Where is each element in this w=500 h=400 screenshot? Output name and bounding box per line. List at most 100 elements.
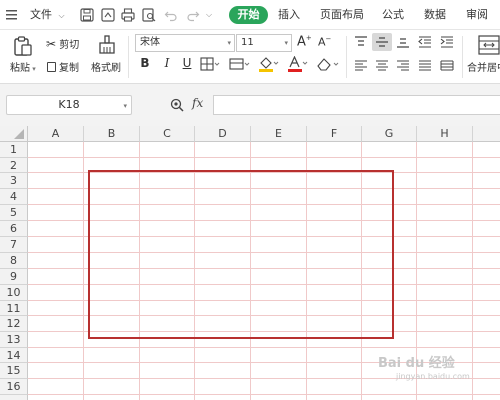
row-header-4[interactable]: 4 (0, 189, 28, 205)
ribbon-toolbar: 粘贴 ▾ ✂ 剪切 复制 格式刷 宋体 ▾ 11 ▾ A+ A− B I U 合… (0, 30, 500, 84)
gridline (472, 142, 473, 400)
cell-style-icon[interactable] (229, 57, 251, 71)
quick-access-dropdown-icon[interactable]: ⌵ (206, 0, 212, 30)
row-header-7[interactable]: 7 (0, 237, 28, 253)
column-header-d[interactable]: D (195, 126, 251, 142)
ribbon-divider (462, 36, 463, 78)
row-header-3[interactable]: 3 (0, 173, 28, 189)
copy-button[interactable]: 复制 (47, 59, 79, 74)
chevron-down-icon: ▾ (227, 39, 231, 47)
borders-icon[interactable] (200, 57, 220, 71)
tab-data[interactable]: 数据 (424, 0, 446, 30)
hamburger-icon[interactable] (6, 0, 18, 30)
underline-button[interactable]: U (180, 56, 194, 70)
paste-label: 粘贴 (10, 63, 30, 74)
font-color-icon[interactable] (287, 56, 309, 72)
scissors-icon: ✂ (46, 37, 57, 51)
row-header-15[interactable]: 15 (0, 363, 28, 379)
file-menu[interactable]: 文件 ⌵ (30, 0, 65, 30)
font-name-select[interactable]: 宋体 ▾ (135, 34, 235, 52)
zoom-search-icon[interactable] (170, 98, 184, 112)
format-painter-label[interactable]: 格式刷 (91, 59, 121, 74)
row-header-13[interactable]: 13 (0, 332, 28, 348)
insert-function-button[interactable]: fx (192, 96, 203, 110)
font-size-select[interactable]: 11 ▾ (236, 34, 292, 52)
undo-icon[interactable] (164, 8, 178, 22)
column-header-b[interactable]: B (84, 126, 140, 142)
row-header-11[interactable]: 11 (0, 301, 28, 316)
redo-icon[interactable] (186, 8, 200, 22)
column-header-c[interactable]: C (140, 126, 195, 142)
print-preview-icon[interactable] (142, 8, 156, 22)
align-middle-button[interactable] (372, 33, 392, 51)
increase-indent-icon[interactable] (440, 36, 454, 48)
baidu-watermark-url: jingyan.baidu.com (396, 372, 470, 381)
column-header-h[interactable]: H (417, 126, 473, 142)
decrease-indent-icon[interactable] (418, 36, 432, 48)
export-pdf-icon[interactable] (101, 8, 115, 22)
print-icon[interactable] (121, 8, 135, 22)
tab-formulas[interactable]: 公式 (382, 0, 404, 30)
row-header-16[interactable]: 16 (0, 379, 28, 395)
format-painter-icon[interactable] (98, 35, 116, 55)
tab-insert[interactable]: 插入 (278, 0, 300, 30)
align-bottom-icon[interactable] (396, 36, 410, 48)
row-header-6[interactable]: 6 (0, 221, 28, 237)
clear-format-icon[interactable] (316, 57, 340, 71)
column-header-partial[interactable] (473, 126, 500, 142)
formula-bar: K18 ▾ fx (0, 84, 500, 126)
select-all-corner[interactable] (0, 126, 28, 142)
align-center-icon[interactable] (375, 60, 389, 72)
column-header-g[interactable]: G (362, 126, 417, 142)
align-top-icon[interactable] (354, 36, 368, 48)
bold-button[interactable]: B (138, 56, 152, 70)
decrease-font-size-icon[interactable]: A− (318, 35, 331, 49)
menu-bar: 文件 ⌵ ⌵ 开始 插入 页面布局 公式 数据 审阅 (0, 0, 500, 30)
align-left-icon[interactable] (354, 60, 368, 72)
cell-border-outline (88, 170, 394, 339)
select-all-triangle-icon (14, 129, 24, 139)
cut-button[interactable]: ✂ 剪切 (46, 36, 79, 51)
row-header-2[interactable]: 2 (0, 158, 28, 173)
gridline (28, 394, 500, 395)
column-header-e[interactable]: E (251, 126, 307, 142)
gridline (28, 347, 500, 348)
font-name-value: 宋体 (140, 37, 160, 48)
tab-page-layout[interactable]: 页面布局 (320, 0, 364, 30)
save-icon[interactable] (80, 8, 94, 22)
paste-icon[interactable] (12, 35, 34, 57)
chevron-down-icon: ▾ (284, 39, 288, 47)
row-header-8[interactable]: 8 (0, 253, 28, 269)
justify-icon[interactable] (418, 60, 432, 72)
row-header-5[interactable]: 5 (0, 205, 28, 221)
align-right-icon[interactable] (396, 60, 410, 72)
formula-input[interactable] (213, 95, 500, 115)
tab-home[interactable]: 开始 (229, 6, 268, 24)
merge-cells-icon[interactable] (478, 35, 500, 55)
tab-review[interactable]: 审阅 (466, 0, 488, 30)
row-header-partial[interactable] (0, 395, 28, 400)
row-header-1[interactable]: 1 (0, 142, 28, 158)
font-size-value: 11 (241, 37, 254, 48)
file-menu-label: 文件 (30, 8, 52, 21)
row-header-14[interactable]: 14 (0, 348, 28, 363)
row-header-10[interactable]: 10 (0, 285, 28, 301)
row-header-9[interactable]: 9 (0, 269, 28, 285)
paste-button[interactable]: 粘贴 ▾ (10, 59, 36, 74)
column-header-a[interactable]: A (28, 126, 84, 142)
cell-reference: K18 (58, 98, 80, 111)
column-header-f[interactable]: F (307, 126, 362, 142)
ribbon-divider (128, 36, 129, 78)
ribbon-divider (346, 36, 347, 78)
italic-button[interactable]: I (160, 56, 174, 70)
gridline (83, 142, 84, 400)
chevron-down-icon: ▾ (30, 65, 36, 73)
gridline (28, 157, 500, 158)
name-box[interactable]: K18 ▾ (6, 95, 132, 115)
fill-color-icon[interactable] (258, 56, 280, 72)
chevron-down-icon: ▾ (123, 102, 127, 110)
increase-font-size-icon[interactable]: A+ (297, 34, 312, 49)
merge-center-button[interactable]: 合并居中 (467, 59, 500, 74)
row-header-12[interactable]: 12 (0, 316, 28, 332)
distributed-align-icon[interactable] (440, 60, 454, 72)
